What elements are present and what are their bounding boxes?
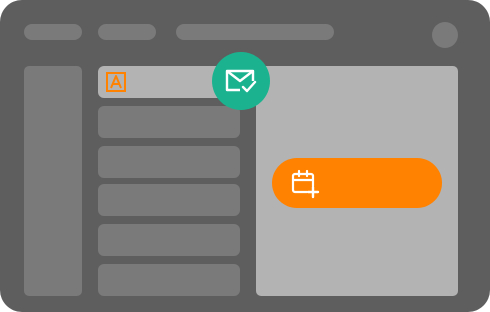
search-bar[interactable] [176,24,334,40]
add-event-button[interactable] [272,158,442,208]
mail-status-badge[interactable] [212,52,270,110]
avatar[interactable] [432,22,458,48]
list-item[interactable] [98,184,240,216]
list-item[interactable] [98,106,240,138]
sidebar [24,66,82,296]
mail-check-icon [225,69,257,93]
nav-item-1[interactable] [24,24,82,40]
nav-item-2[interactable] [98,24,156,40]
list-item[interactable] [98,224,240,256]
list-item[interactable] [98,146,240,178]
app-window [0,0,490,312]
calendar-add-icon [291,169,320,199]
list-item[interactable] [98,264,240,296]
text-format-icon [106,72,126,92]
